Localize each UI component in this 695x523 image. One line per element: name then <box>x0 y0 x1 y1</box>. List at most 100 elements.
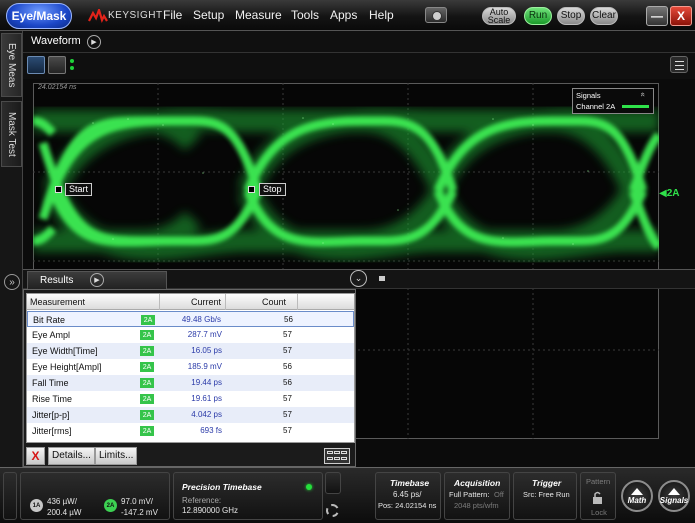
delete-measurement-button[interactable]: X <box>26 447 45 465</box>
waveform-menu-arrow-icon[interactable]: ▶ <box>87 35 101 49</box>
acquisition-panel[interactable]: Acquisition Full Pattern: Off 2048 pts/w… <box>444 472 510 520</box>
measurement-name: Eye Width[Time] <box>32 346 98 356</box>
stop-marker-label: Stop <box>259 183 286 196</box>
scroll-left-button[interactable] <box>3 472 17 520</box>
table-row[interactable]: Rise Time 2A 19.61 ps 57 <box>27 391 354 407</box>
collapse-results-icon[interactable]: ⌄ <box>350 270 367 287</box>
limits-button[interactable]: Limits... <box>95 447 138 465</box>
source-badge: 2A <box>140 410 154 420</box>
source-badge: 2A <box>140 378 154 388</box>
menu-help[interactable]: Help <box>369 8 394 22</box>
measurement-name: Jitter[rms] <box>32 426 72 436</box>
left-tab-strip: Eye Meas Mask Test » <box>0 31 23 467</box>
results-footer: X Details... Limits... <box>26 447 355 465</box>
stop-marker-handle[interactable] <box>248 186 255 193</box>
lock-icon <box>593 491 602 504</box>
full-pattern-state: Off <box>494 490 504 499</box>
pattern-label: Pattern <box>586 477 611 486</box>
single-grid-layout-icon[interactable] <box>27 56 45 74</box>
column-current[interactable]: Current <box>191 297 221 307</box>
tab-eye-meas[interactable]: Eye Meas <box>1 33 22 97</box>
signals-legend[interactable]: Signals « Channel 2A <box>572 88 654 114</box>
table-row[interactable]: Jitter[rms] 2A 693 fs 57 <box>27 423 354 439</box>
count-value: 57 <box>283 426 292 435</box>
current-value: 287.7 mV <box>187 330 222 339</box>
table-row[interactable]: Eye Height[Ampl] 2A 185.9 mV 56 <box>27 359 354 375</box>
auto-scale-button[interactable]: Auto Scale <box>482 7 516 25</box>
precision-timebase-panel[interactable]: Precision Timebase Reference: 12.890000 … <box>173 472 323 520</box>
table-row[interactable]: Jitter[p-p] 2A 4.042 ps 57 <box>27 407 354 423</box>
signals-legend-channel: Channel 2A <box>576 102 616 111</box>
start-marker-handle[interactable] <box>55 186 62 193</box>
channel-marker-label: 2A <box>666 188 680 199</box>
stop-button[interactable]: Stop <box>557 7 585 25</box>
tab-mask-test-label: Mask Test <box>6 111 17 157</box>
reference-value: 12.890000 GHz <box>182 506 239 515</box>
measurement-name: Fall Time <box>32 378 69 388</box>
signals-label: Signals <box>659 495 689 505</box>
count-value: 57 <box>283 330 292 339</box>
waveform-timestamp: 24.02154 ns <box>38 84 77 91</box>
current-value: 4.042 ps <box>191 410 222 419</box>
tab-results[interactable]: Results ▶ <box>27 271 167 289</box>
expand-right-button[interactable] <box>325 472 341 494</box>
menu-tools[interactable]: Tools <box>291 8 319 22</box>
pattern-lock-panel[interactable]: Pattern Lock <box>580 472 616 520</box>
column-count[interactable]: Count <box>262 297 286 307</box>
count-value: 56 <box>283 362 292 371</box>
clear-button[interactable]: Clear <box>590 7 618 25</box>
stacked-grid-layout-icon[interactable] <box>48 56 66 74</box>
minimize-button[interactable]: — <box>646 6 668 26</box>
current-value: 16.05 ps <box>191 346 222 355</box>
measurement-name: Bit Rate <box>33 315 66 325</box>
eye-mask-button[interactable]: Eye/Mask <box>6 3 72 29</box>
expand-panel-icon[interactable]: » <box>4 274 20 290</box>
current-value: 49.48 Gb/s <box>181 315 221 324</box>
table-row[interactable]: Fall Time 2A 19.44 ps 56 <box>27 375 354 391</box>
source-badge: 2A <box>141 315 155 325</box>
run-button[interactable]: Run <box>524 7 552 25</box>
column-measurement[interactable]: Measurement <box>30 297 85 307</box>
timebase-position: Pos: 24.02154 ns <box>378 501 437 510</box>
menu-measure[interactable]: Measure <box>235 8 282 22</box>
channel-2a-color-swatch <box>622 105 649 108</box>
current-value: 19.44 ps <box>191 378 222 387</box>
signals-button[interactable]: Signals <box>658 480 690 512</box>
table-row[interactable]: Bit Rate 2A 49.48 Gb/s 56 <box>27 311 354 327</box>
status-led-icon <box>306 484 312 490</box>
trigger-panel[interactable]: Trigger Src: Free Run <box>513 472 577 520</box>
results-panel: Measurement Current Count Bit Rate 2A 49… <box>23 289 356 467</box>
table-layout-icon[interactable] <box>324 448 350 464</box>
hamburger-menu-icon[interactable] <box>670 56 688 73</box>
channel-2a-icon[interactable]: 2A <box>104 499 117 512</box>
menu-file[interactable]: File <box>163 8 182 22</box>
results-title: Results <box>40 275 74 286</box>
results-table-header: Measurement Current Count <box>27 294 354 310</box>
menu-setup[interactable]: Setup <box>193 8 224 22</box>
tab-mask-test[interactable]: Mask Test <box>1 101 22 167</box>
timebase-panel[interactable]: Timebase 6.45 ps/ Pos: 24.02154 ns <box>375 472 441 520</box>
menu-apps[interactable]: Apps <box>330 8 357 22</box>
count-value: 57 <box>283 410 292 419</box>
channel-2a-marker[interactable]: ◀2A <box>659 188 680 199</box>
math-button[interactable]: Math <box>621 480 653 512</box>
settings-gear-icon[interactable] <box>326 504 339 517</box>
ch2-offset: -147.2 mV <box>121 508 158 517</box>
measurement-name: Eye Height[Ampl] <box>32 362 102 372</box>
measurement-name: Eye Ampl <box>32 330 71 340</box>
table-row[interactable]: Eye Ampl 2A 287.7 mV 57 <box>27 327 354 343</box>
channel-settings-panel[interactable]: 1A 436 µW/ 200.4 µW 2A 97.0 mV/ -147.2 m… <box>20 472 170 520</box>
expand-up-icon <box>668 487 680 495</box>
details-button[interactable]: Details... <box>48 447 95 465</box>
trigger-title: Trigger <box>532 478 562 488</box>
table-row[interactable]: Eye Width[Time] 2A 16.05 ps 57 <box>27 343 354 359</box>
count-value: 56 <box>284 315 293 324</box>
results-menu-arrow-icon[interactable]: ▶ <box>90 273 104 287</box>
source-badge: 2A <box>140 330 154 340</box>
close-window-button[interactable]: X <box>670 6 692 26</box>
timebase-scale: 6.45 ps/ <box>393 490 422 499</box>
measurement-name: Rise Time <box>32 394 73 404</box>
collapse-chevron-icon[interactable]: « <box>639 92 648 96</box>
screenshot-camera-icon[interactable] <box>425 7 447 23</box>
channel-1a-icon[interactable]: 1A <box>30 499 43 512</box>
